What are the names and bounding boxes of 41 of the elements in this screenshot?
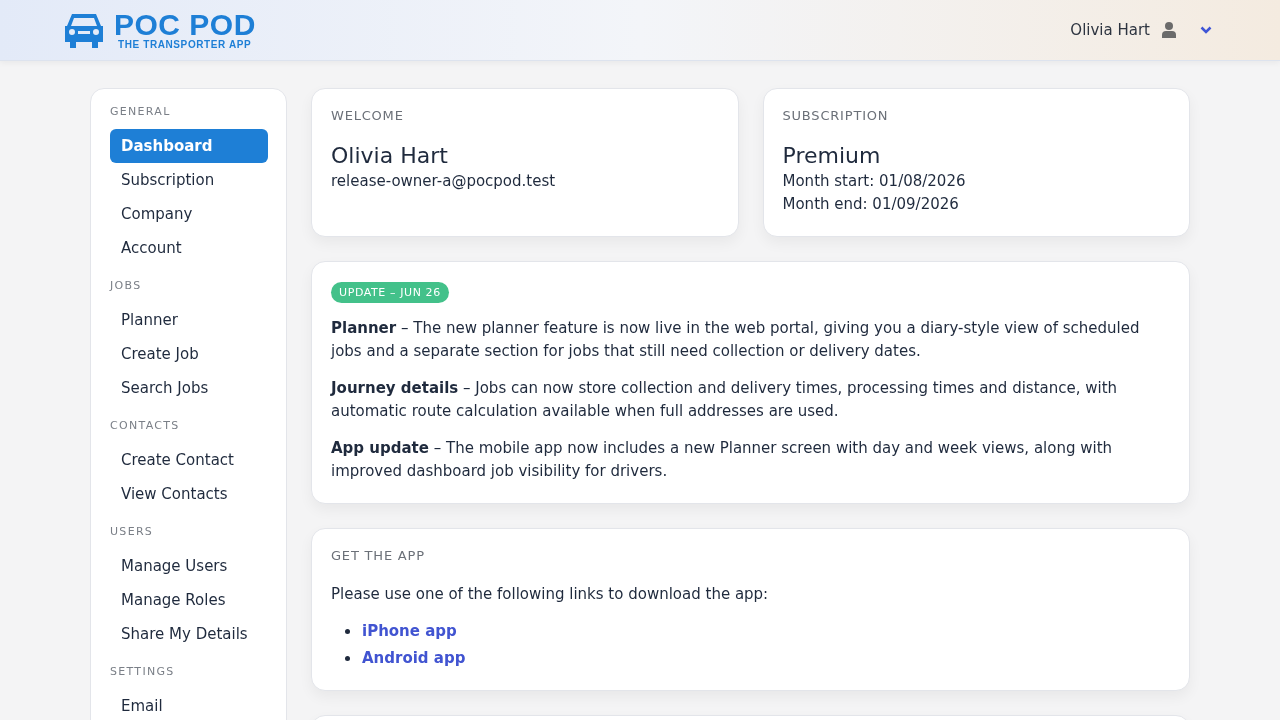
update-paragraph: Journey details – Jobs can now store collection and delivery times, processing times and distance, with automatic route calculation available when full addresses are used.: [331, 378, 1119, 422]
download-link[interactable]: iPhone app: [362, 620, 457, 643]
car-icon: [64, 12, 104, 48]
sidebar-item[interactable]: Subscription: [110, 163, 268, 197]
sidebar-item[interactable]: Create Job: [110, 337, 268, 371]
update-paragraph: App update – The mobile app now includes a new Planner screen with day and week views, along with improved dashboard job visibility for drivers.: [331, 438, 1114, 482]
bullet-icon: [345, 629, 350, 634]
sidebar-item[interactable]: Company: [110, 197, 268, 231]
card-heading: WELCOME: [331, 108, 405, 123]
sidebar-item[interactable]: Share My Details: [110, 617, 268, 651]
section-heading: USERS: [110, 525, 155, 538]
logo-title: POC POD: [114, 10, 256, 39]
intro-text: Please use one of the following links to download the app:: [331, 584, 770, 605]
card-heading: GET THE APP: [331, 548, 426, 563]
user-name[interactable]: Olivia Hart: [1070, 21, 1150, 39]
section-heading: GENERAL: [110, 105, 172, 118]
sidebar-item[interactable]: View Contacts: [110, 477, 268, 511]
sidebar-item[interactable]: Create Contact: [110, 443, 268, 477]
sidebar-item[interactable]: Account: [110, 231, 268, 265]
plan-name: Premium: [782, 143, 882, 168]
logo-subtitle: THE TRANSPORTER APP: [118, 38, 253, 50]
sidebar-item[interactable]: Manage Roles: [110, 583, 268, 617]
update-badge: UPDATE – JUN 26: [331, 282, 449, 303]
download-link[interactable]: Android app: [362, 647, 466, 670]
update-paragraph: Planner – The new planner feature is now live in the web portal, giving you a diary-style view of scheduled jobs and a separate section for jobs that still need collection or delivery dates.: [331, 318, 1141, 362]
sidebar-item[interactable]: Dashboard: [110, 129, 268, 163]
section-heading: SETTINGS: [110, 665, 176, 678]
section-heading: CONTACTS: [110, 419, 181, 432]
card-heading: SUBSCRIPTION: [782, 108, 890, 123]
chevron-down-icon[interactable]: [1200, 26, 1212, 34]
user-email: release-owner-a@pocpod.test: [331, 171, 557, 192]
sidebar-item[interactable]: Search Jobs: [110, 371, 268, 405]
sidebar-item[interactable]: Planner: [110, 303, 268, 337]
plan-date: Month end: 01/09/2026: [782, 194, 960, 215]
user-icon[interactable]: [1162, 22, 1176, 38]
section-heading: JOBS: [110, 279, 143, 292]
bullet-icon: [345, 656, 350, 661]
sidebar-item[interactable]: Manage Users: [110, 549, 268, 583]
plan-date: Month start: 01/08/2026: [782, 171, 967, 192]
sidebar-item[interactable]: Email: [110, 689, 268, 720]
user-name: Olivia Hart: [331, 143, 449, 168]
